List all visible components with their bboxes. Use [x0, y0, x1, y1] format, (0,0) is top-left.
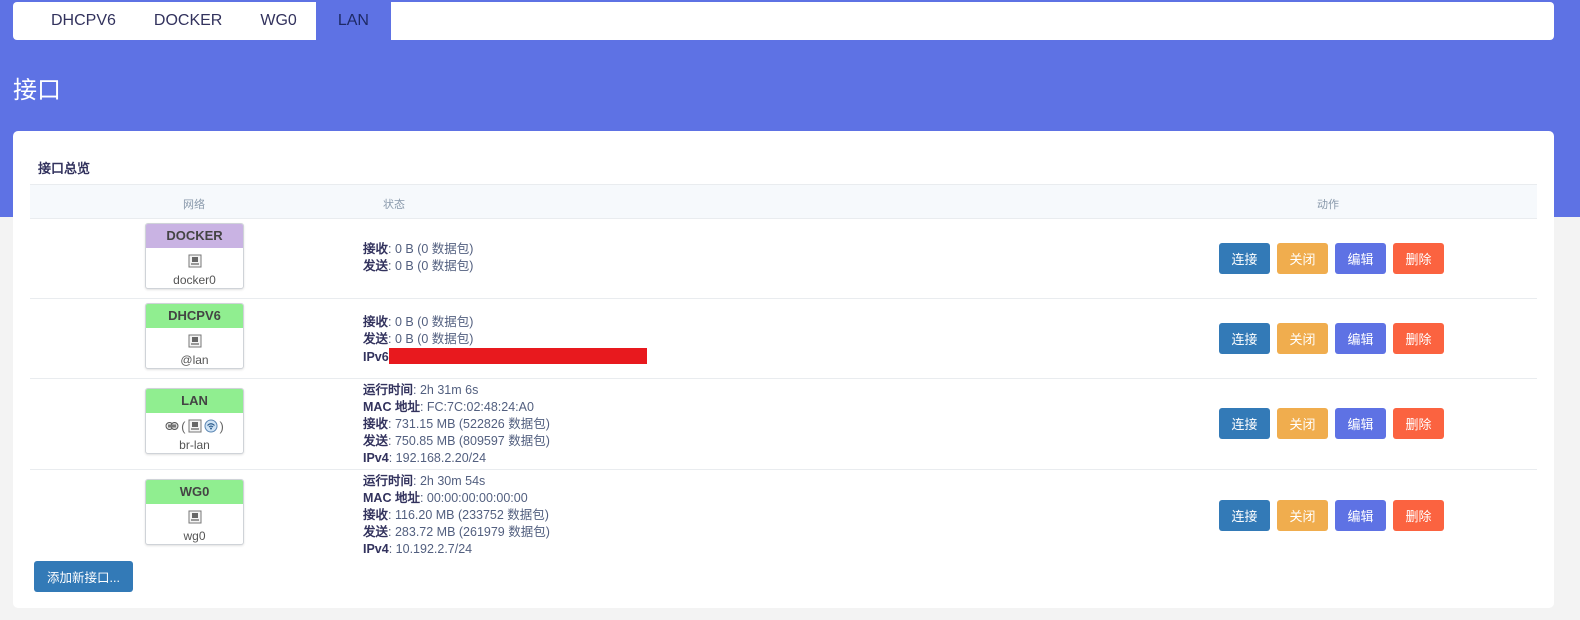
table-row: WG0 wg0 运行时间: 2h 30m 54s MAC 地址: 00:00:0…: [30, 470, 1537, 559]
interface-badge-wg0[interactable]: WG0 wg0: [145, 479, 244, 545]
tab-docker[interactable]: DOCKER: [135, 2, 241, 40]
ethernet-port-icon: [188, 510, 202, 524]
interface-badge-docker[interactable]: DOCKER docker0: [145, 223, 244, 289]
interface-name: DHCPV6: [146, 304, 243, 328]
interface-badge-dhcpv6[interactable]: DHCPV6 @lan: [145, 303, 244, 369]
stop-button[interactable]: 关闭: [1277, 323, 1328, 354]
interface-status: 接收: 0 B (0 数据包) 发送: 0 B (0 数据包) IPv6: [363, 314, 647, 366]
row-actions: 连接 关闭 编辑 删除: [1219, 500, 1444, 531]
delete-button[interactable]: 删除: [1393, 408, 1444, 439]
table-row: DHCPV6 @lan 接收: 0 B (0 数据包) 发送: 0 B (0 数…: [30, 299, 1537, 379]
interfaces-card: 接口总览 网络 状态 动作 DOCKER docker0 接收: 0 B (0 …: [13, 131, 1554, 608]
stop-button[interactable]: 关闭: [1277, 408, 1328, 439]
edit-button[interactable]: 编辑: [1335, 408, 1386, 439]
page-title: 接口: [13, 77, 61, 104]
delete-button[interactable]: 删除: [1393, 243, 1444, 274]
ethernet-port-icon: [188, 334, 202, 348]
tab-dhcpv6[interactable]: DHCPV6: [13, 2, 135, 40]
interface-name: WG0: [146, 480, 243, 504]
edit-button[interactable]: 编辑: [1335, 323, 1386, 354]
stop-button[interactable]: 关闭: [1277, 500, 1328, 531]
edit-button[interactable]: 编辑: [1335, 243, 1386, 274]
table-row: LAN ( ) br-lan 运行时间: 2h 31m 6s MAC 地址: F…: [30, 379, 1537, 470]
connect-button[interactable]: 连接: [1219, 500, 1270, 531]
interface-name: DOCKER: [146, 224, 243, 248]
interface-badge-lan[interactable]: LAN ( ) br-lan: [145, 388, 244, 454]
ethernet-port-icon: [188, 254, 202, 268]
header-status: 状态: [383, 199, 405, 211]
row-actions: 连接 关闭 编辑 删除: [1219, 243, 1444, 274]
bridge-icon: [165, 419, 179, 433]
table-row: DOCKER docker0 接收: 0 B (0 数据包) 发送: 0 B (…: [30, 219, 1537, 299]
connect-button[interactable]: 连接: [1219, 243, 1270, 274]
interface-tabbar: DHCPV6 DOCKER WG0 LAN: [13, 2, 1554, 40]
redaction-bar: [388, 348, 647, 364]
stop-button[interactable]: 关闭: [1277, 243, 1328, 274]
interface-status: 接收: 0 B (0 数据包) 发送: 0 B (0 数据包): [363, 242, 474, 273]
table-header: 网络 状态 动作: [30, 184, 1537, 219]
add-interface-button[interactable]: 添加新接口...: [34, 561, 133, 592]
header-actions: 动作: [1317, 199, 1339, 211]
delete-button[interactable]: 删除: [1393, 500, 1444, 531]
device-name: docker0: [173, 273, 216, 287]
tab-lan[interactable]: LAN: [315, 2, 391, 40]
wifi-icon: [204, 419, 218, 433]
ethernet-port-icon: [188, 419, 202, 433]
device-name: br-lan: [179, 438, 210, 452]
device-name: @lan: [180, 353, 209, 367]
device-name: wg0: [183, 529, 206, 543]
header-network: 网络: [183, 199, 205, 211]
interface-status: 运行时间: 2h 30m 54s MAC 地址: 00:00:00:00:00:…: [363, 474, 550, 556]
interface-name: LAN: [146, 389, 243, 413]
interface-status: 运行时间: 2h 31m 6s MAC 地址: FC:7C:02:48:24:A…: [363, 383, 550, 465]
delete-button[interactable]: 删除: [1393, 323, 1444, 354]
tab-wg0[interactable]: WG0: [241, 2, 315, 40]
row-actions: 连接 关闭 编辑 删除: [1219, 323, 1444, 354]
row-actions: 连接 关闭 编辑 删除: [1219, 408, 1444, 439]
section-title: 接口总览: [38, 161, 91, 176]
connect-button[interactable]: 连接: [1219, 323, 1270, 354]
edit-button[interactable]: 编辑: [1335, 500, 1386, 531]
connect-button[interactable]: 连接: [1219, 408, 1270, 439]
